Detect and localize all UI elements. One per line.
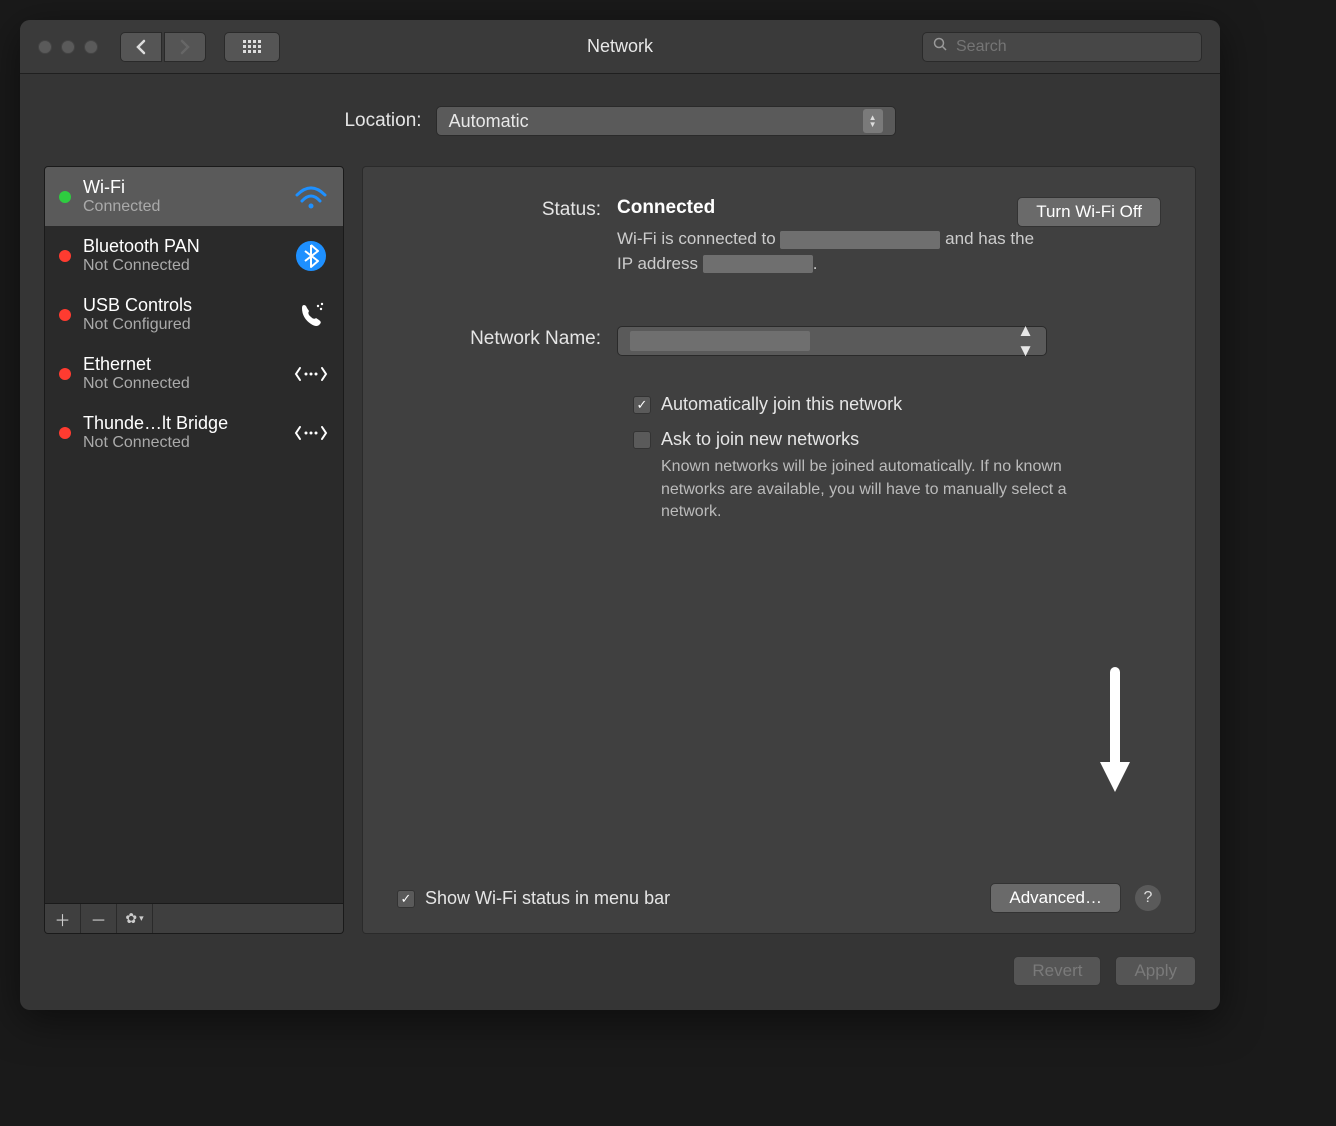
- show-menubar-checkbox[interactable]: [397, 890, 415, 908]
- service-name: USB Controls: [83, 295, 281, 316]
- service-status: Not Connected: [83, 375, 281, 393]
- redacted-ssid: [780, 231, 940, 249]
- location-label: Location:: [344, 110, 421, 132]
- status-dot-icon: [59, 368, 71, 380]
- service-text: Ethernet Not Connected: [83, 354, 281, 393]
- search-field[interactable]: [922, 32, 1202, 62]
- service-status: Not Connected: [83, 257, 281, 275]
- service-status: Not Connected: [83, 434, 281, 452]
- service-text: Wi-Fi Connected: [83, 177, 281, 216]
- window-body: Location: Automatic ▲▼ Wi-Fi Connected: [20, 74, 1220, 1010]
- back-button[interactable]: [120, 32, 162, 62]
- window-footer: Revert Apply: [44, 934, 1196, 986]
- status-description: Wi-Fi is connected to and has the IP add…: [617, 227, 1037, 276]
- location-row: Location: Automatic ▲▼: [44, 106, 1196, 136]
- nav-buttons: [120, 32, 206, 62]
- ask-join-description: Known networks will be joined automatica…: [661, 456, 1081, 523]
- minimize-window-button[interactable]: [61, 40, 75, 54]
- service-name: Bluetooth PAN: [83, 236, 281, 257]
- auto-join-row: Automatically join this network: [633, 394, 1161, 415]
- status-dot-icon: [59, 427, 71, 439]
- window-title: Network: [587, 36, 653, 57]
- service-item-bluetooth[interactable]: Bluetooth PAN Not Connected: [45, 226, 343, 285]
- service-item-ethernet[interactable]: Ethernet Not Connected: [45, 344, 343, 403]
- apply-button[interactable]: Apply: [1115, 956, 1196, 986]
- grid-icon: [243, 40, 261, 53]
- ask-join-row: Ask to join new networks Known networks …: [633, 429, 1161, 523]
- titlebar: Network: [20, 20, 1220, 74]
- service-text: USB Controls Not Configured: [83, 295, 281, 334]
- search-icon: [933, 37, 948, 57]
- chevron-down-icon: ▾: [139, 913, 144, 924]
- service-text: Bluetooth PAN Not Connected: [83, 236, 281, 275]
- service-status: Not Configured: [83, 316, 281, 334]
- network-name-dropdown[interactable]: ▲▼: [617, 326, 1047, 356]
- search-input[interactable]: [956, 38, 1191, 56]
- turn-wifi-off-button[interactable]: Turn Wi-Fi Off: [1017, 197, 1161, 227]
- show-menubar-label: Show Wi-Fi status in menu bar: [425, 888, 670, 909]
- status-label: Status:: [397, 197, 617, 221]
- network-preferences-window: Network Location: Automatic ▲▼ Wi: [20, 20, 1220, 1010]
- service-list[interactable]: Wi-Fi Connected Bluetooth PAN Not Connec…: [45, 167, 343, 903]
- sidebar-toolbar: ＋ － ✿▾: [45, 903, 343, 933]
- network-name-row: Network Name: ▲▼: [397, 326, 1161, 356]
- dropdown-stepper-icon: ▲▼: [1017, 321, 1034, 361]
- zoom-window-button[interactable]: [84, 40, 98, 54]
- service-name: Wi-Fi: [83, 177, 281, 198]
- arrow-annotation-icon: [1095, 667, 1135, 802]
- ask-join-checkbox[interactable]: [633, 431, 651, 449]
- gear-icon: ✿: [125, 910, 137, 927]
- add-service-button[interactable]: ＋: [45, 904, 81, 933]
- service-item-thunderbolt[interactable]: Thunde…lt Bridge Not Connected: [45, 403, 343, 462]
- forward-button[interactable]: [164, 32, 206, 62]
- wifi-icon: [293, 179, 329, 215]
- remove-service-button[interactable]: －: [81, 904, 117, 933]
- traffic-lights: [38, 40, 98, 54]
- help-button[interactable]: ?: [1135, 885, 1161, 911]
- status-dot-icon: [59, 191, 71, 203]
- ask-join-label: Ask to join new networks: [661, 429, 1081, 450]
- service-name: Thunde…lt Bridge: [83, 413, 281, 434]
- phone-icon: [293, 297, 329, 333]
- show-all-button[interactable]: [224, 32, 280, 62]
- service-text: Thunde…lt Bridge Not Connected: [83, 413, 281, 452]
- location-dropdown[interactable]: Automatic ▲▼: [436, 106, 896, 136]
- status-dot-icon: [59, 250, 71, 262]
- close-window-button[interactable]: [38, 40, 52, 54]
- revert-button[interactable]: Revert: [1013, 956, 1101, 986]
- services-sidebar: Wi-Fi Connected Bluetooth PAN Not Connec…: [44, 166, 344, 934]
- service-detail-panel: Turn Wi-Fi Off Status: Connected Wi-Fi i…: [362, 166, 1196, 934]
- service-status: Connected: [83, 198, 281, 216]
- service-name: Ethernet: [83, 354, 281, 375]
- service-item-usb[interactable]: USB Controls Not Configured: [45, 285, 343, 344]
- advanced-button[interactable]: Advanced…: [990, 883, 1121, 913]
- location-value: Automatic: [449, 111, 529, 132]
- service-actions-button[interactable]: ✿▾: [117, 904, 153, 933]
- network-name-label: Network Name:: [397, 326, 617, 350]
- dropdown-stepper-icon: ▲▼: [863, 109, 883, 133]
- ethernet-icon: [293, 415, 329, 451]
- redacted-ip: [703, 255, 813, 273]
- content-row: Wi-Fi Connected Bluetooth PAN Not Connec…: [44, 166, 1196, 934]
- auto-join-label: Automatically join this network: [661, 394, 902, 415]
- bluetooth-icon: [293, 238, 329, 274]
- status-dot-icon: [59, 309, 71, 321]
- service-item-wifi[interactable]: Wi-Fi Connected: [45, 167, 343, 226]
- auto-join-checkbox[interactable]: [633, 396, 651, 414]
- ethernet-icon: [293, 356, 329, 392]
- redacted-network-value: [630, 331, 810, 351]
- detail-footer: Show Wi-Fi status in menu bar Advanced… …: [397, 883, 1161, 913]
